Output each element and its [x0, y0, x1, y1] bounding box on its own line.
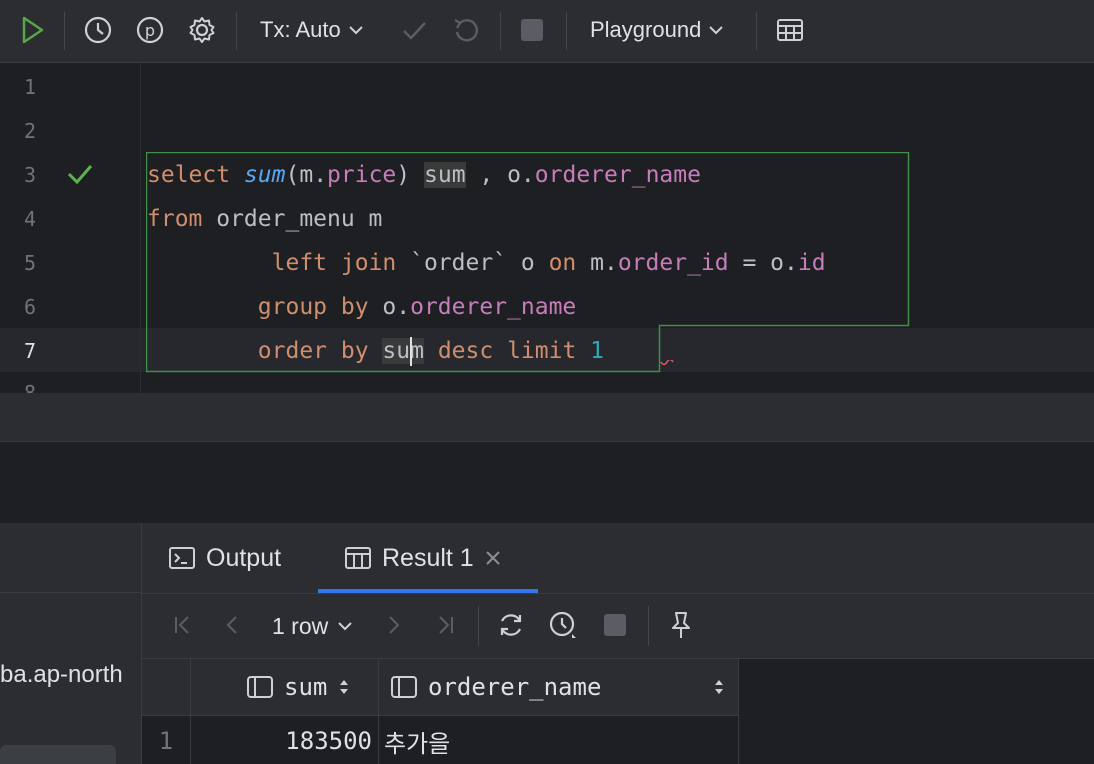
- sort-icon[interactable]: [712, 677, 726, 697]
- code-line-3: select sum(m.price) sum , o.orderer_name: [147, 162, 701, 188]
- chevron-down-icon: [709, 26, 724, 35]
- rollback-icon[interactable]: [448, 12, 484, 48]
- line-number: 1: [23, 75, 37, 99]
- pin-icon[interactable]: [664, 608, 698, 642]
- line-number: 4: [23, 207, 37, 231]
- chevron-down-icon: [338, 622, 352, 631]
- stop-icon[interactable]: [514, 12, 550, 48]
- database-explorer: ba.ap-north: [0, 523, 142, 764]
- active-tab-indicator: [318, 589, 538, 593]
- history-icon[interactable]: [80, 12, 116, 48]
- previous-page-icon[interactable]: [216, 608, 250, 642]
- tab-result-1-label: Result 1: [382, 543, 474, 572]
- line-number: 2: [23, 119, 37, 143]
- execution-success-check-icon: [66, 161, 94, 192]
- result-toolbar: 1 row: [142, 594, 1094, 659]
- scroll-thumb[interactable]: [0, 745, 116, 764]
- table-icon: [345, 547, 371, 569]
- result-tabs: Output Result 1: [142, 523, 1094, 594]
- sort-icon[interactable]: [337, 677, 351, 697]
- terminal-icon: [169, 547, 195, 569]
- tab-output-label: Output: [206, 543, 282, 572]
- column-header-orderer-name-label: orderer_name: [428, 673, 602, 701]
- row-number: 1: [158, 727, 174, 755]
- refresh-icon[interactable]: [494, 608, 528, 642]
- column-header-sum-label: sum: [284, 673, 328, 701]
- close-icon[interactable]: [484, 549, 502, 567]
- last-page-icon[interactable]: [428, 608, 462, 642]
- text-cursor: [410, 337, 412, 366]
- column-header-sum[interactable]: sum: [246, 669, 351, 705]
- error-squiggle: [660, 360, 674, 366]
- code-line-7: order by sum desc limit 1: [257, 338, 605, 364]
- column-icon: [391, 676, 417, 698]
- code-line-5: left join `order` o on m.order_id = o.id: [271, 250, 826, 276]
- settings-gear-icon[interactable]: [184, 12, 220, 48]
- first-page-icon[interactable]: [166, 608, 200, 642]
- chevron-down-icon: [349, 26, 363, 35]
- editor-bottom-bar: [0, 393, 1094, 441]
- playground-dropdown[interactable]: Playground: [590, 17, 725, 43]
- row-count-dropdown[interactable]: 1 row: [272, 612, 354, 640]
- tab-output[interactable]: Output: [168, 541, 281, 575]
- row-count-label: 1 row: [272, 612, 329, 639]
- tab-result-1[interactable]: Result 1: [344, 541, 502, 575]
- line-number: 7: [23, 339, 37, 363]
- editor-toolbar: p Tx: Auto Playground: [0, 0, 1094, 63]
- column-header-orderer-name[interactable]: orderer_name: [390, 669, 726, 705]
- explain-plan-icon[interactable]: p: [132, 12, 168, 48]
- column-icon: [247, 676, 273, 698]
- code-line-6: group by o.orderer_name: [257, 294, 577, 320]
- line-number: 3: [23, 163, 37, 187]
- transaction-mode-dropdown[interactable]: Tx: Auto: [260, 17, 365, 43]
- line-number: 8: [23, 381, 37, 393]
- cell-orderer-name[interactable]: 추가을: [384, 723, 450, 759]
- line-number: 5: [23, 251, 37, 275]
- playground-label: Playground: [590, 17, 702, 42]
- empty-area: [0, 441, 1094, 524]
- stop-query-icon[interactable]: [598, 608, 632, 642]
- data-source-host[interactable]: ba.ap-north: [0, 661, 141, 689]
- table-view-icon[interactable]: [772, 12, 808, 48]
- code-line-4: from order_menu m: [147, 206, 383, 232]
- commit-check-icon[interactable]: [396, 12, 432, 48]
- line-number: 6: [23, 295, 37, 319]
- refresh-schedule-icon[interactable]: [546, 608, 580, 642]
- result-grid[interactable]: sum orderer_name 1 183500 추가을: [142, 659, 1094, 764]
- svg-text:p: p: [145, 21, 155, 40]
- sql-editor[interactable]: 1 2 3 4 5 6 7 8 select sum(m.price) sum …: [0, 63, 1094, 393]
- transaction-mode-label: Tx: Auto: [260, 17, 341, 42]
- next-page-icon[interactable]: [376, 608, 410, 642]
- cell-sum[interactable]: 183500: [192, 723, 372, 759]
- run-icon[interactable]: [14, 12, 50, 48]
